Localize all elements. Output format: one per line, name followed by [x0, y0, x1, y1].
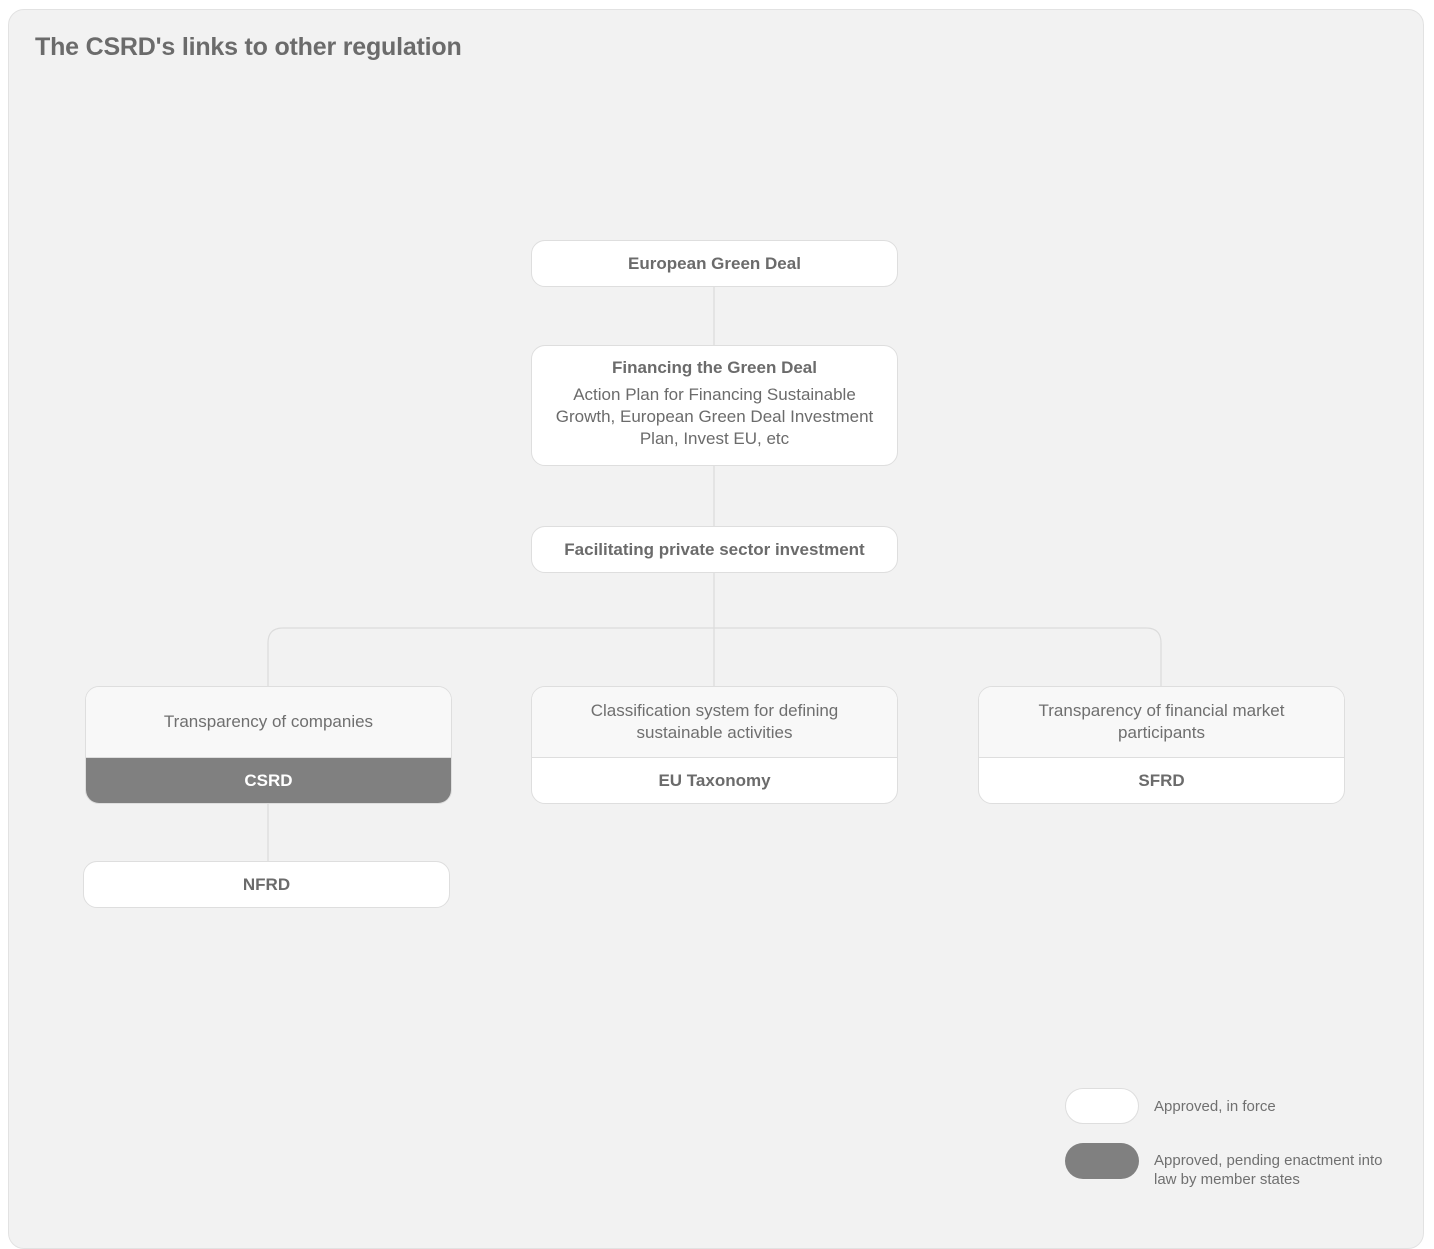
node-financial-description: Transparency of financial market partici…: [979, 687, 1344, 758]
node-facilitating-investment: Facilitating private sector investment: [531, 526, 898, 573]
node-transparency-companies: Transparency of companies CSRD: [85, 686, 452, 804]
legend-swatch-approved: [1065, 1088, 1139, 1124]
node-companies-description: Transparency of companies: [86, 687, 451, 758]
node-classification-system: Classification system for defining susta…: [531, 686, 898, 804]
page-title: The CSRD's links to other regulation: [35, 33, 462, 61]
node-taxonomy-description: Classification system for defining susta…: [532, 687, 897, 758]
diagram-panel: [8, 9, 1424, 1249]
node-financing-title: Financing the Green Deal: [612, 358, 817, 377]
node-sfrd-label: SFRD: [1138, 771, 1185, 790]
node-transparency-financial: Transparency of financial market partici…: [978, 686, 1345, 804]
node-european-green-deal-label: European Green Deal: [628, 253, 801, 273]
node-european-green-deal: European Green Deal: [531, 240, 898, 287]
node-csrd-label: CSRD: [86, 758, 451, 803]
node-nfrd: NFRD: [83, 861, 450, 908]
legend-label-approved: Approved, in force: [1154, 1098, 1276, 1115]
legend-label-pending: Approved, pending enactment into law by …: [1154, 1152, 1383, 1188]
node-eu-taxonomy-label: EU Taxonomy: [658, 771, 771, 790]
node-nfrd-label: NFRD: [242, 874, 291, 894]
legend-swatch-pending: [1065, 1143, 1139, 1179]
node-financing-detail: Action Plan for Financing Sustainable Gr…: [555, 385, 874, 448]
node-financing-green-deal: Financing the Green Deal Action Plan for…: [531, 345, 898, 466]
node-facilitating-label: Facilitating private sector investment: [564, 539, 865, 559]
